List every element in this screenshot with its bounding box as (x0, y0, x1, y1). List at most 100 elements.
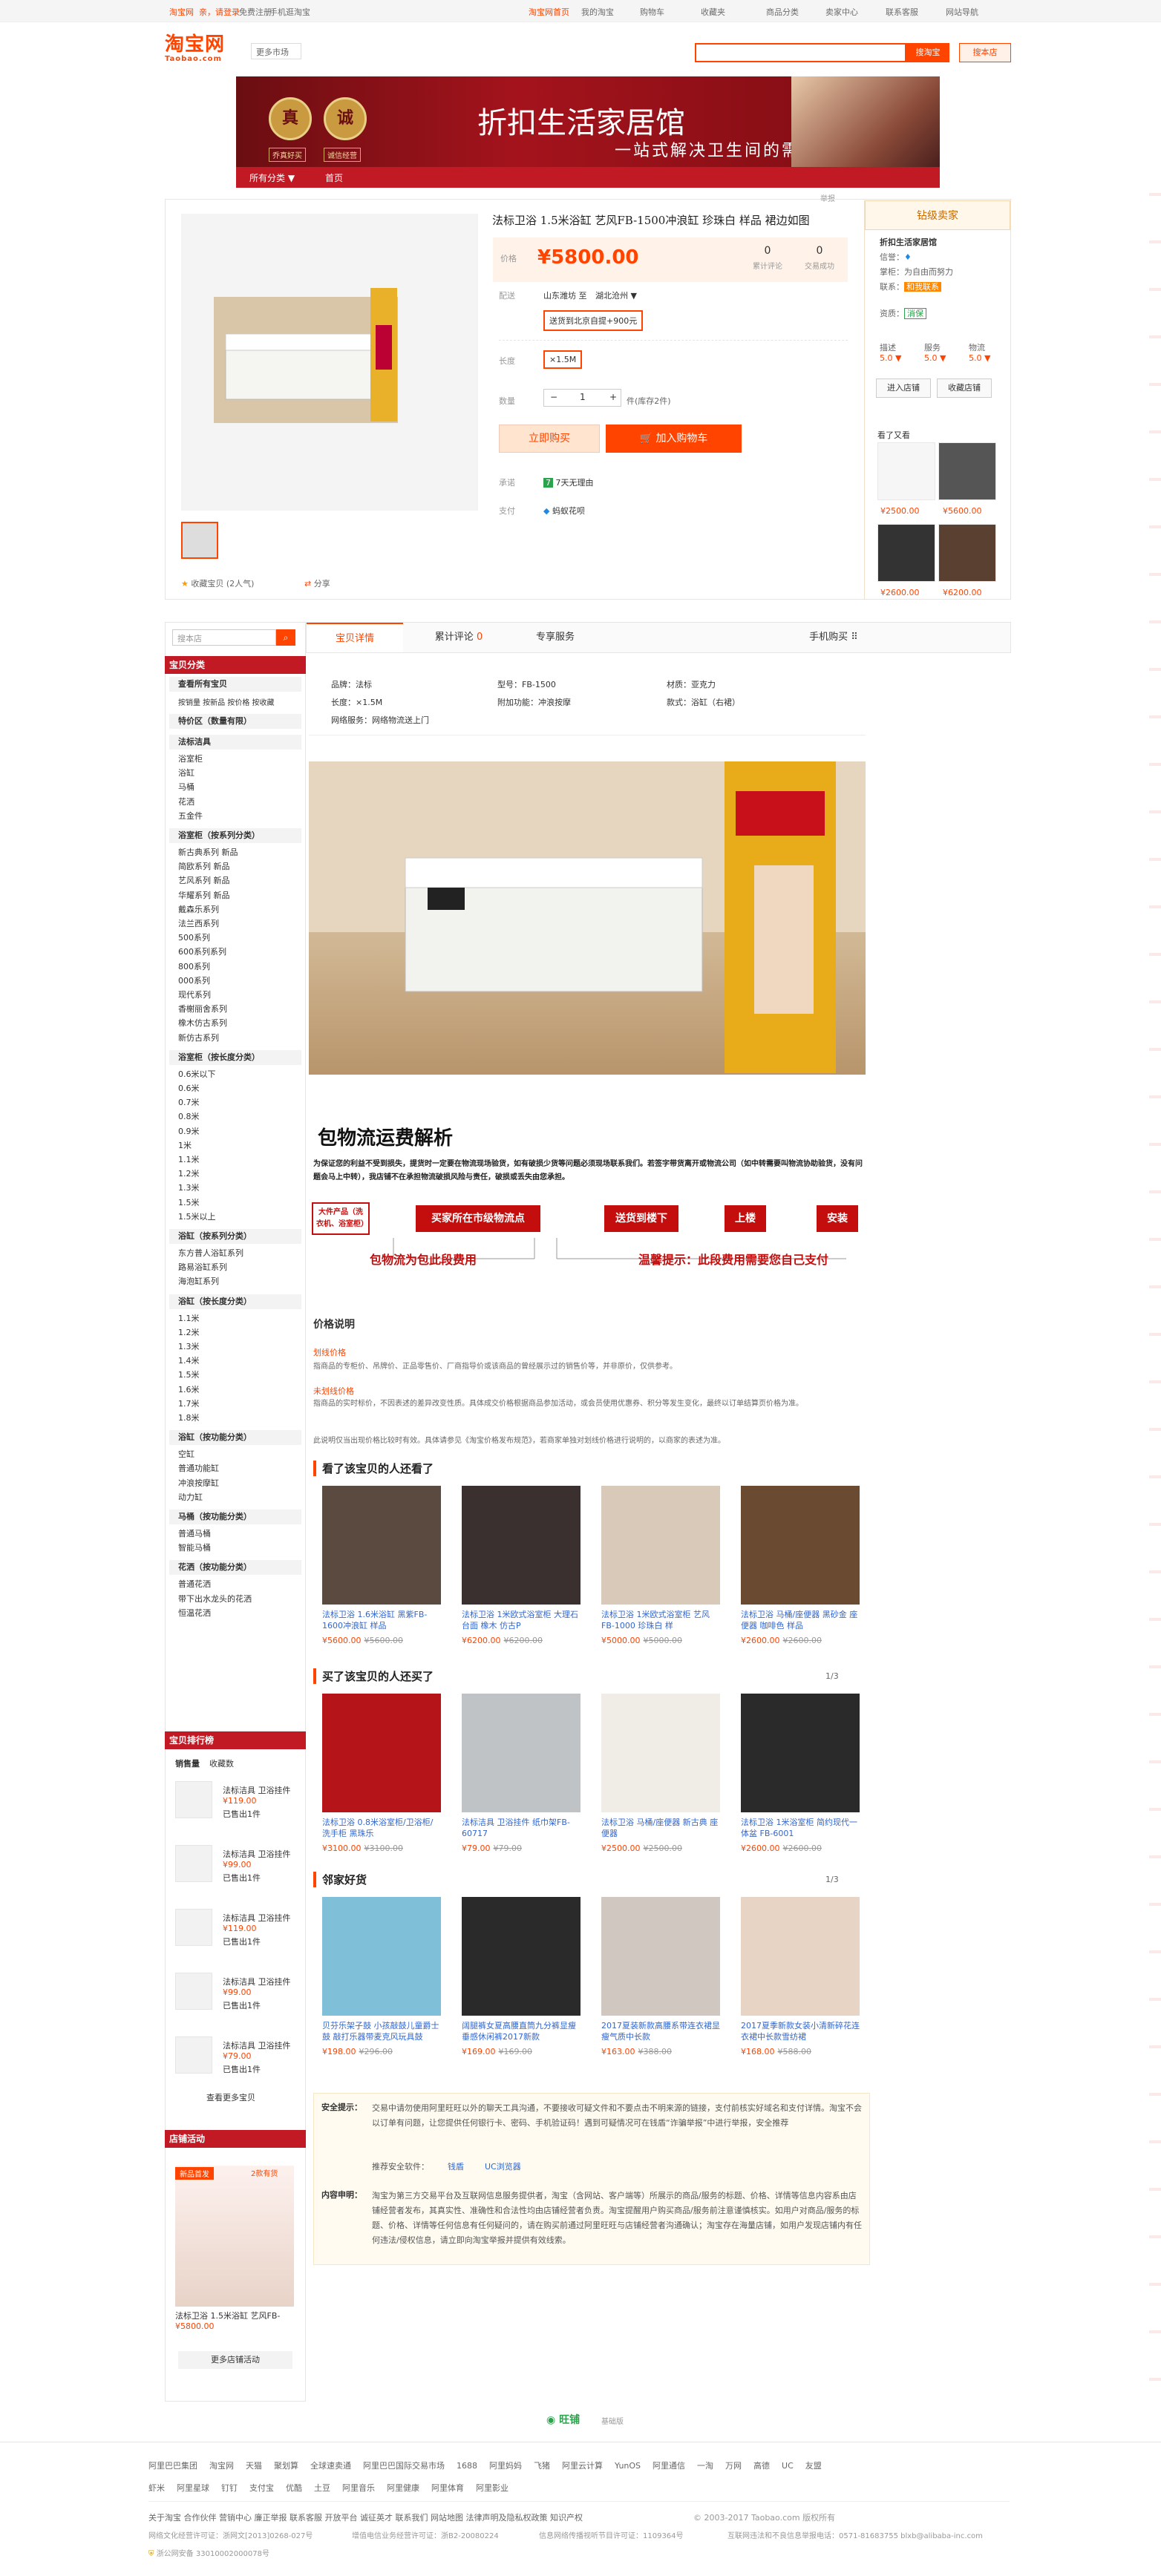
login-link[interactable]: 亲，请登录 (199, 6, 240, 18)
add-to-cart-button[interactable]: 🛒 加入购物车 (606, 425, 742, 453)
category-item[interactable]: 1.7米 (178, 1397, 200, 1409)
rank-item-name[interactable]: 法标洁具 卫浴挂件 (223, 1912, 294, 1924)
product-main-image[interactable] (181, 214, 478, 511)
recommend-item-name[interactable]: 法标卫浴 马桶/座便器 黑砂金 座便器 咖啡色 样品 (741, 1609, 860, 1631)
category-group-header[interactable]: 马桶（按功能分类） (169, 1510, 301, 1524)
category-item[interactable]: 1.5米以上 (178, 1210, 216, 1222)
category-item[interactable]: 恒温花洒 (178, 1607, 211, 1619)
recommend-item-image[interactable] (462, 1694, 580, 1812)
footer-link[interactable]: 1688 (457, 2461, 477, 2471)
category-item[interactable]: 带下出水龙头的花洒 (178, 1593, 252, 1605)
category-item[interactable]: 五金件 (178, 810, 203, 822)
tab-service[interactable]: 专享服务 (514, 623, 596, 652)
recommend-item-image[interactable] (601, 1897, 720, 2016)
search-shop-button[interactable]: 搜本店 (959, 43, 1011, 62)
quantity-stepper[interactable]: − 1 + (543, 389, 621, 407)
category-item[interactable]: 0.6米 (178, 1082, 200, 1094)
product-thumbnail[interactable] (181, 522, 218, 559)
footer-link[interactable]: 阿里云计算 (562, 2461, 603, 2471)
rank-item-image[interactable] (175, 1781, 212, 1818)
recommend-item-name[interactable]: 贝芬乐架子鼓 小孩敲鼓儿童爵士鼓 敲打乐器带麦克风玩具鼓 (322, 2020, 441, 2042)
recommend-item-image[interactable] (462, 1486, 580, 1605)
tab-reviews[interactable]: 累计评论 0 (418, 623, 500, 652)
nav-home[interactable]: 首页 (325, 171, 343, 184)
category-item[interactable]: 600系列系列 (178, 945, 226, 957)
uc-browser-link[interactable]: UC浏览器 (485, 2160, 521, 2172)
category-item[interactable]: 路易浴缸系列 (178, 1261, 227, 1273)
tab-mobile-buy[interactable]: 手机购买 ⠿ (782, 623, 886, 652)
footer-link[interactable]: 阿里影业 (476, 2483, 508, 2493)
about-links[interactable]: 关于淘宝 合作伙伴 营销中心 廉正举报 联系客服 开放平台 诚征英才 联系我们 … (148, 2511, 583, 2523)
service-link[interactable]: 联系客服 (886, 6, 918, 18)
share-button[interactable]: ⇄ 分享 (304, 577, 330, 589)
sitemap-link[interactable]: 网站导航 (946, 6, 978, 18)
nav-all-categories[interactable]: 所有分类 ▼ (249, 171, 295, 184)
qty-minus-button[interactable]: − (550, 392, 557, 402)
promo-name[interactable]: 法标卫浴 1.5米浴缸 艺风FB- (175, 2310, 280, 2321)
recommend-item-name[interactable]: 法标洁具 卫浴挂件 纸巾架FB-60717 (462, 1817, 580, 1839)
recommend-item-image[interactable] (741, 1486, 860, 1605)
section-pager[interactable]: 1/3 (825, 1875, 839, 1884)
category-item[interactable]: 戴森乐系列 (178, 903, 219, 915)
qty-plus-button[interactable]: + (609, 392, 617, 402)
recommend-item-image[interactable] (322, 1486, 441, 1605)
footer-link[interactable]: 阿里健康 (387, 2483, 419, 2493)
footer-link[interactable]: 淘宝网 (209, 2461, 234, 2471)
category-item[interactable]: 空缸 (178, 1448, 194, 1460)
special-link[interactable]: 特价区（数量有限） (169, 714, 301, 729)
category-item[interactable]: 1.2米 (178, 1326, 200, 1338)
category-item[interactable]: 800系列 (178, 960, 210, 972)
recommend-item-name[interactable]: 法标卫浴 1米欧式浴室柜 艺风FB-1000 珍珠白 样 (601, 1609, 720, 1631)
category-item[interactable]: 智能马桶 (178, 1541, 211, 1553)
taobao-home-link[interactable]: 淘宝网首页 (529, 6, 569, 18)
tab-detail[interactable]: 宝贝详情 (307, 623, 403, 652)
footer-link[interactable]: 阿里巴巴国际交易市场 (363, 2461, 445, 2471)
register-link[interactable]: 免费注册 (239, 6, 272, 18)
category-item[interactable]: 0.9米 (178, 1125, 200, 1137)
taobao-logo[interactable]: 淘宝网 Taobao.com (165, 34, 242, 68)
related-product-image[interactable] (938, 524, 996, 582)
related-product-image[interactable] (877, 442, 935, 500)
more-market-dropdown[interactable]: 更多市场 (251, 43, 301, 59)
view-all-link[interactable]: 查看所有宝贝 (169, 677, 301, 692)
footer-link[interactable]: 聚划算 (274, 2461, 298, 2471)
category-item[interactable]: 1.6米 (178, 1383, 200, 1395)
recommend-item-image[interactable] (601, 1694, 720, 1812)
footer-link[interactable]: 支付宝 (249, 2483, 274, 2493)
footer-link[interactable]: 阿里体育 (431, 2483, 464, 2493)
category-item[interactable]: 1.8米 (178, 1412, 200, 1423)
category-item[interactable]: 500系列 (178, 931, 210, 943)
rank-item-name[interactable]: 法标洁具 卫浴挂件 (223, 1976, 294, 1987)
category-item[interactable]: 马桶 (178, 781, 194, 793)
footer-link[interactable]: 土豆 (314, 2483, 330, 2493)
footer-link[interactable]: 阿里妈妈 (489, 2461, 522, 2471)
category-link[interactable]: 商品分类 (766, 6, 799, 18)
seller-name[interactable]: 折扣生活家居馆 (880, 236, 937, 248)
category-item[interactable]: 1米 (178, 1139, 192, 1151)
promo-image[interactable] (175, 2166, 294, 2307)
recommend-item-name[interactable]: 2017夏装新款高腰系带连衣裙显瘦气质中长款 (601, 2020, 720, 2042)
footer-link[interactable]: 阿里音乐 (342, 2483, 375, 2493)
footer-link[interactable]: 阿里星球 (177, 2483, 209, 2493)
shop-search-input[interactable]: 搜本店 (172, 629, 276, 646)
rank-item-name[interactable]: 法标洁具 卫浴挂件 (223, 1848, 294, 1860)
category-item[interactable]: 新古典系列 新品 (178, 846, 238, 858)
recommend-item-name[interactable]: 法标卫浴 马桶/座便器 新古典 座便器 (601, 1817, 720, 1839)
favorite-button[interactable]: ★ 收藏宝贝 (2人气) (181, 577, 254, 589)
category-item[interactable]: 法兰西系列 (178, 917, 219, 929)
category-item[interactable]: 0.8米 (178, 1110, 200, 1122)
recommend-item-image[interactable] (322, 1694, 441, 1812)
category-group-header[interactable]: 浴缸（按系列分类） (169, 1229, 301, 1244)
recommend-item-name[interactable]: 2017夏季新款女装小清新碎花连衣裙中长款雪纺裙 (741, 2020, 860, 2042)
favorite-shop-button[interactable]: 收藏店铺 (937, 378, 992, 398)
rank-item-image[interactable] (175, 2036, 212, 2074)
rank-tab-sales[interactable]: 销售量 (175, 1757, 200, 1769)
category-item[interactable]: 海泡缸系列 (178, 1275, 219, 1287)
category-item[interactable]: 1.5米 (178, 1369, 200, 1380)
recommend-item-image[interactable] (322, 1897, 441, 2016)
category-item[interactable]: 橡木仿古系列 (178, 1017, 227, 1029)
footer-link[interactable]: 友盟 (805, 2461, 822, 2471)
footer-link[interactable]: 一淘 (697, 2461, 713, 2471)
seller-center-link[interactable]: 卖家中心 (825, 6, 858, 18)
shipping-option[interactable]: 送货到北京自提+900元 (543, 310, 644, 331)
